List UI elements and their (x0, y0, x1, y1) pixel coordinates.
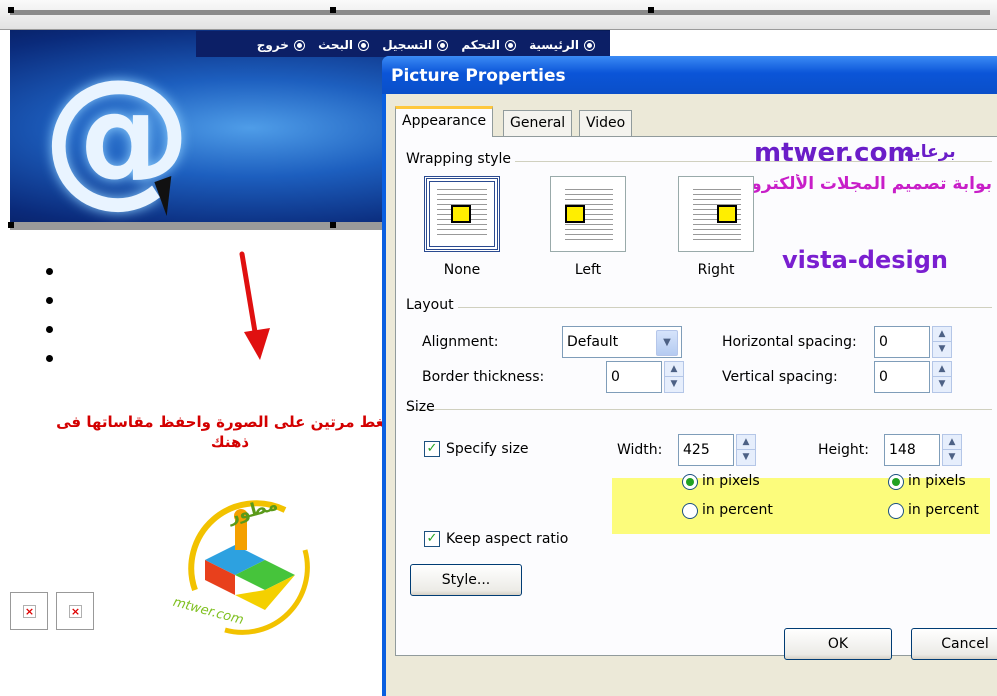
wrap-left-button[interactable] (550, 176, 626, 252)
nav-item-control[interactable]: التحكم (461, 38, 500, 52)
image-square-icon (717, 205, 737, 223)
style-button[interactable]: Style... (410, 564, 522, 596)
list-bullet (46, 326, 53, 333)
keep-aspect-checkbox[interactable]: ✓ (424, 531, 440, 547)
image-square-icon (565, 205, 585, 223)
spin-up-icon[interactable]: ▲ (665, 362, 683, 377)
group-divider (406, 307, 992, 308)
height-pixels-label: in pixels (908, 473, 966, 489)
layout-label: Layout (406, 297, 458, 313)
height-percent-radio[interactable] (888, 503, 904, 519)
banner-nav-bar: الرئيسية التحكم التسجيل البحث خروج (196, 31, 610, 57)
height-label: Height: (818, 442, 869, 458)
spin-down-icon[interactable]: ▼ (943, 450, 961, 465)
wrap-left-label: Left (574, 262, 602, 278)
border-thickness-label: Border thickness: (422, 369, 545, 385)
alignment-label: Alignment: (422, 334, 499, 350)
list-bullet (46, 355, 53, 362)
vspacing-label: Vertical spacing: (722, 369, 838, 385)
nav-item-search[interactable]: البحث (318, 38, 353, 52)
watermark-vista-design: vista-design (782, 246, 949, 274)
height-input[interactable]: 148 (884, 434, 940, 466)
broken-image[interactable]: × (10, 592, 48, 630)
spin-up-icon[interactable]: ▲ (943, 435, 961, 450)
size-label: Size (406, 399, 435, 415)
spin-up-icon[interactable]: ▲ (933, 362, 951, 377)
spin-down-icon[interactable]: ▼ (933, 342, 951, 357)
list-bullet (46, 268, 53, 275)
broken-image-icon: × (69, 605, 82, 618)
nav-item-logout[interactable]: خروج (257, 38, 289, 52)
resize-handle[interactable] (8, 222, 14, 228)
keep-aspect-label: Keep aspect ratio (446, 531, 569, 547)
wrapping-style-label: Wrapping style (406, 151, 515, 167)
tab-general[interactable]: General (503, 110, 573, 136)
red-arrow-icon (239, 251, 270, 360)
group-divider (406, 409, 992, 410)
cancel-button[interactable]: Cancel (911, 628, 997, 660)
height-percent-label: in percent (908, 502, 979, 518)
wrap-right-button[interactable] (678, 176, 754, 252)
dialog-title[interactable]: Picture Properties (382, 56, 997, 94)
nav-bullet-icon (585, 41, 594, 50)
width-spinner[interactable]: ▲ ▼ (736, 434, 756, 466)
border-thickness-input[interactable]: 0 (606, 361, 662, 393)
nav-bullet-icon (505, 41, 515, 50)
hspacing-spinner[interactable]: ▲ ▼ (932, 326, 952, 358)
resize-handle[interactable] (330, 222, 336, 228)
nav-item-home[interactable]: الرئيسية (529, 38, 579, 52)
alignment-dropdown[interactable]: Default ▼ (562, 326, 682, 358)
height-pixels-radio[interactable] (888, 474, 904, 490)
spin-up-icon[interactable]: ▲ (933, 327, 951, 342)
spin-down-icon[interactable]: ▼ (665, 377, 683, 392)
width-percent-radio[interactable] (682, 503, 698, 519)
vspacing-input[interactable]: 0 (874, 361, 930, 393)
broken-image-icon: × (23, 605, 36, 618)
nav-bullet-icon (438, 41, 448, 50)
ok-button[interactable]: OK (784, 628, 892, 660)
selection-frame-top (0, 0, 997, 30)
spin-down-icon[interactable]: ▼ (737, 450, 755, 465)
width-label: Width: (617, 442, 663, 458)
tab-appearance[interactable]: Appearance (395, 106, 494, 137)
watermark-arabic-tagline: بوابة تصميم المجلات الألكترونية (732, 174, 992, 194)
vspacing-spinner[interactable]: ▲ ▼ (932, 361, 952, 393)
nav-bullet-icon (294, 41, 304, 50)
broken-image[interactable]: × (56, 592, 94, 630)
spin-up-icon[interactable]: ▲ (737, 435, 755, 450)
spin-down-icon[interactable]: ▼ (933, 377, 951, 392)
resize-handle[interactable] (330, 7, 336, 13)
specify-size-checkbox[interactable]: ✓ (424, 441, 440, 457)
selection-frame-bottom (10, 222, 382, 230)
selection-border (10, 10, 990, 15)
picture-properties-dialog: Picture Properties Appearance General Vi… (382, 56, 997, 696)
hspacing-label: Horizontal spacing: (722, 334, 857, 350)
watermark-site: mtwer.com (754, 138, 915, 168)
specify-size-label: Specify size (446, 441, 529, 457)
wrap-none-button[interactable] (424, 176, 500, 252)
height-spinner[interactable]: ▲ ▼ (942, 434, 962, 466)
width-pixels-label: in pixels (702, 473, 760, 489)
instruction-note: اضغط مرتين على الصورة واحفظ مقاساتها فى … (56, 413, 404, 451)
dialog-body: Appearance General Video برعاية mtwer.co… (386, 94, 997, 696)
width-percent-label: in percent (702, 502, 773, 518)
chevron-down-icon[interactable]: ▼ (656, 330, 678, 356)
width-pixels-radio[interactable] (682, 474, 698, 490)
nav-item-register[interactable]: التسجيل (382, 38, 432, 52)
border-thickness-spinner[interactable]: ▲ ▼ (664, 361, 684, 393)
wrap-right-label: Right (697, 262, 735, 278)
tab-video[interactable]: Video (579, 110, 633, 136)
resize-handle[interactable] (648, 7, 654, 13)
hspacing-input[interactable]: 0 (874, 326, 930, 358)
image-square-icon (451, 205, 471, 223)
wrap-none-label: None (443, 262, 481, 278)
list-bullet (46, 297, 53, 304)
nav-bullet-icon (359, 41, 368, 50)
resize-handle[interactable] (8, 7, 14, 13)
width-input[interactable]: 425 (678, 434, 734, 466)
alignment-value: Default (567, 334, 619, 350)
